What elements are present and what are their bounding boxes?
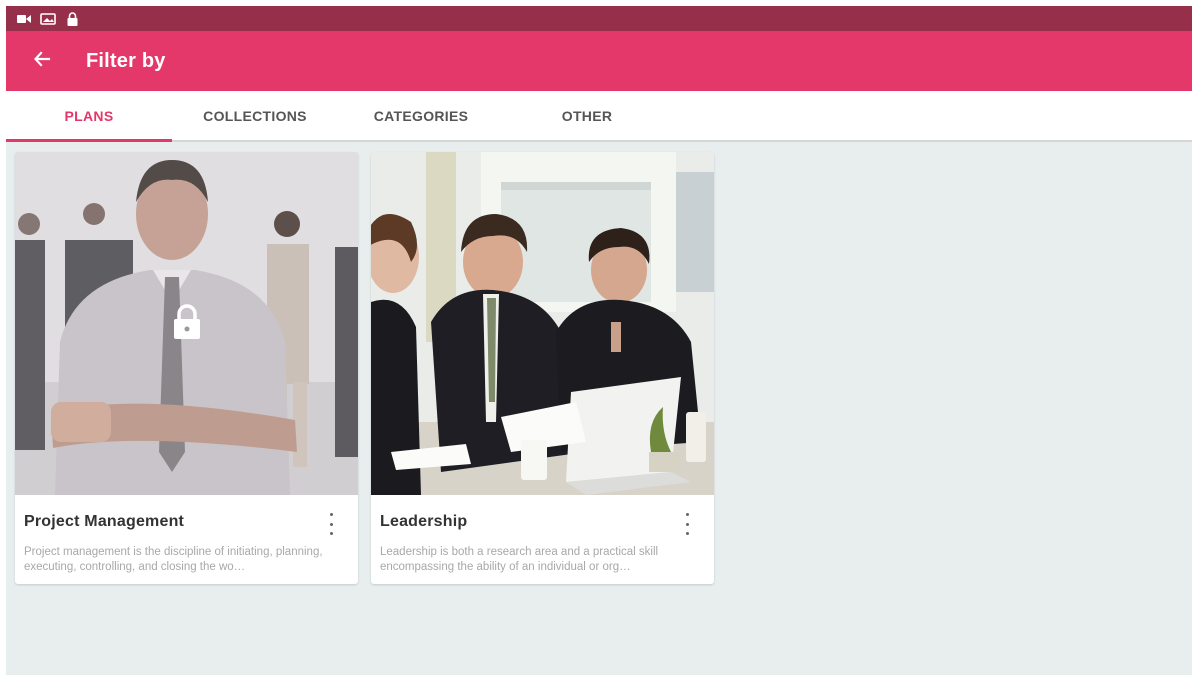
tab-other[interactable]: OTHER (504, 91, 670, 140)
plan-card-leadership[interactable]: Leadership Leadership is both a research… (371, 152, 714, 584)
card-description: Leadership is both a research area and a… (380, 546, 659, 573)
arrow-left-icon (33, 50, 51, 73)
more-vert-icon[interactable] (682, 513, 692, 535)
card-body: Leadership Leadership is both a research… (371, 495, 714, 575)
app-bar: Filter by (6, 31, 1192, 91)
back-button[interactable] (24, 43, 60, 79)
card-title: Leadership (380, 513, 468, 530)
more-vert-icon[interactable] (326, 513, 336, 535)
status-bar (6, 6, 1192, 31)
card-title: Project Management (24, 513, 185, 530)
video-icon (16, 12, 32, 26)
plans-grid: Project Management Project management is… (6, 142, 1192, 584)
tab-bar: PLANS COLLECTIONS CATEGORIES OTHER (6, 91, 1192, 142)
tab-collections[interactable]: COLLECTIONS (172, 91, 338, 140)
app-screen: Filter by PLANS COLLECTIONS CATEGORIES O… (6, 6, 1192, 675)
tab-plans[interactable]: PLANS (6, 91, 172, 142)
page-title: Filter by (86, 49, 166, 72)
card-body: Project Management Project management is… (15, 495, 358, 575)
card-image-project-management (15, 152, 358, 495)
card-image-leadership (371, 152, 714, 495)
plan-card-project-management[interactable]: Project Management Project management is… (15, 152, 358, 584)
tab-categories[interactable]: CATEGORIES (338, 91, 504, 140)
locked-icon (172, 304, 202, 340)
card-description: Project management is the discipline of … (24, 546, 323, 573)
image-icon (40, 12, 56, 26)
lock-icon (64, 11, 80, 26)
